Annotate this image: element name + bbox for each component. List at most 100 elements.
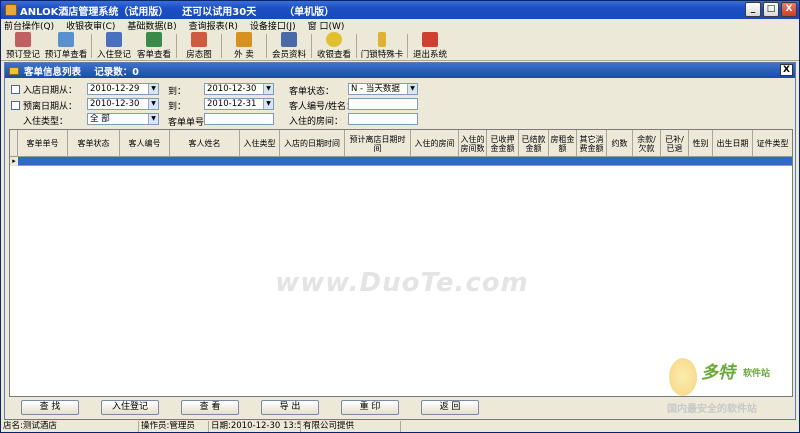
maximize-button[interactable]: □ [763,2,779,17]
checkin-date-checkbox[interactable] [11,85,20,94]
stay-type-label: 入住类型： [23,117,69,127]
col-header[interactable]: 已补/已退 [661,130,689,157]
col-header[interactable]: 房租金额 [549,130,577,157]
toolbar-separator [91,34,92,58]
reprint-button[interactable]: 重 印 [341,400,399,415]
reserve-view-icon [58,32,74,47]
panel-title: 客单信息列表 记录数：0 [24,66,139,78]
tool-label: 收银查看 [316,50,351,60]
room-input[interactable] [348,113,418,125]
status-value: N - 当天数据 [351,84,400,94]
tool-cashier-view[interactable]: 收银查看 [314,31,354,60]
status-operator: 操作员:管理员 [139,421,209,432]
tool-door-card[interactable]: 门锁特殊卡 [359,31,405,60]
back-button[interactable]: 返 回 [421,400,479,415]
dropdown-arrow-icon[interactable]: ▼ [263,84,273,94]
panel-close-button[interactable]: X [780,64,793,76]
title-bar: ANLOK酒店管理系统（试用版） 还可以试用30天 （单机版） _ □ X [1,1,799,19]
toolbar-separator [176,34,177,58]
col-header[interactable]: 入店的日期时间 [280,130,345,157]
col-header[interactable]: 入住的房间数 [459,130,487,157]
tool-exit[interactable]: 退出系统 [410,31,450,60]
logo-tagline: 国内最安全的软件站 [667,404,757,415]
window-title: ANLOK酒店管理系统（试用版） 还可以试用30天 （单机版） [20,6,335,18]
dropdown-arrow-icon[interactable]: ▼ [148,114,158,124]
tool-label: 房态图 [186,50,212,60]
guest-input[interactable] [348,98,418,110]
panel-title-bar: 客单信息列表 记录数：0 X [5,63,795,78]
col-header[interactable]: 出生日期 [713,130,753,157]
checkin-button[interactable]: 入住登记 [101,400,159,415]
toolbar-separator [266,34,267,58]
checkin-to-date[interactable]: 2010-12-30 ▼ [204,83,274,95]
leave-from-value: 2010-12-30 [90,99,140,109]
search-button[interactable]: 查 找 [21,400,79,415]
tool-label: 会员资料 [271,50,306,60]
col-header[interactable]: 余款/欠款 [633,130,661,157]
checkin-from-date[interactable]: 2010-12-29 ▼ [87,83,159,95]
room-label: 入住的房间： [289,117,344,127]
leave-date-checkbox[interactable] [11,101,20,110]
row-indicator-icon: ▸ [10,157,18,166]
col-header[interactable]: 约数 [607,130,633,157]
col-header[interactable]: 客人编号 [120,130,170,157]
dropdown-arrow-icon[interactable]: ▼ [148,99,158,109]
col-header[interactable]: 其它消费金额 [577,130,607,157]
checkin-to-label: 到： [168,87,187,97]
close-button[interactable]: X [781,2,797,17]
tool-checkin[interactable]: 入住登记 [94,31,134,60]
col-header[interactable]: 入住的房间 [411,130,459,157]
col-header[interactable]: 入住类型 [240,130,280,157]
row-header-corner [10,130,18,157]
takeout-icon [236,32,252,47]
order-no-input[interactable] [204,113,274,125]
tool-reserve[interactable]: 预订登记 [3,31,43,60]
minimize-button[interactable]: _ [745,2,761,17]
checkin-from-value: 2010-12-29 [90,84,140,94]
guest-label: 客人编号/姓名： [289,102,356,112]
member-icon [281,32,297,47]
col-header[interactable]: 已收押金金额 [487,130,519,157]
tool-guest-view[interactable]: 客单查看 [134,31,174,60]
logo-small-text: 软件站 [743,369,771,379]
col-header[interactable]: 已结款金额 [519,130,549,157]
checkin-date-filter[interactable]: 入店日期从： [11,83,77,96]
leave-to-date[interactable]: 2010-12-31 ▼ [204,98,274,110]
col-header[interactable]: 性别 [689,130,713,157]
stay-type-value: 全 部 [90,114,110,124]
col-header[interactable]: 预计离店日期时间 [345,130,411,157]
leave-from-date[interactable]: 2010-12-30 ▼ [87,98,159,110]
app-icon [5,4,17,16]
app-window: ANLOK酒店管理系统（试用版） 还可以试用30天 （单机版） _ □ X 前台… [0,0,800,433]
tool-room-map[interactable]: 房态图 [179,31,219,60]
dropdown-arrow-icon[interactable]: ▼ [407,84,417,94]
tool-label: 门锁特殊卡 [360,50,404,60]
leave-to-value: 2010-12-31 [207,99,257,109]
col-header[interactable]: 客单单号 [18,130,68,157]
tool-label: 预订单查看 [44,50,88,60]
coins-icon [326,32,342,47]
col-header[interactable]: 客人姓名 [170,130,240,157]
tool-member[interactable]: 会员资料 [269,31,309,60]
tool-label: 退出系统 [412,50,447,60]
view-button[interactable]: 查 看 [181,400,239,415]
leave-date-filter[interactable]: 预离日期从： [11,99,77,112]
tool-reserve-view[interactable]: 预订单查看 [43,31,89,60]
toolbar-separator [311,34,312,58]
status-label: 客单状态： [289,87,335,97]
export-button[interactable]: 导 出 [261,400,319,415]
table-row[interactable]: ▸ [10,157,792,166]
key-icon [378,32,386,47]
status-select[interactable]: N - 当天数据 ▼ [348,83,418,95]
col-header[interactable]: 证件类型 [753,130,792,157]
tool-takeout[interactable]: 外 卖 [224,31,264,60]
checkin-from-label: 入店日期从： [23,86,78,96]
col-header[interactable]: 客单状态 [68,130,120,157]
watermark-text: www.DuoTe.com [275,268,529,298]
toolbar: 预订登记 预订单查看 入住登记 客单查看 房态图 外 卖 会员资料 收银查看 门… [1,32,799,61]
stay-type-select[interactable]: 全 部 ▼ [87,113,159,125]
dropdown-arrow-icon[interactable]: ▼ [263,99,273,109]
toolbar-separator [407,34,408,58]
person-reserve-icon [15,32,31,47]
dropdown-arrow-icon[interactable]: ▼ [148,84,158,94]
